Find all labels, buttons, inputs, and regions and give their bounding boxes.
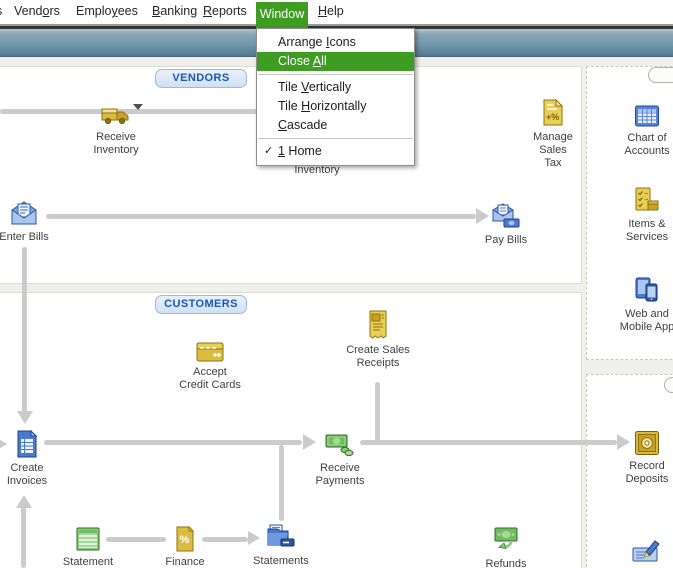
- record-deposits-button[interactable]: Record Deposits: [602, 430, 673, 486]
- web-and-mobile-apps-button[interactable]: Web and Mobile App: [602, 276, 673, 334]
- svg-text:+%: +%: [546, 112, 559, 122]
- create-invoices-button[interactable]: Create Invoices: [0, 430, 72, 488]
- banking-section-pill-clipped: [664, 377, 673, 393]
- statements-button[interactable]: Statements: [236, 523, 326, 568]
- menu-item-employees[interactable]: Employees: [76, 4, 138, 18]
- menu-item-fragment[interactable]: s: [0, 4, 2, 18]
- quickbooks-home-window: s Vendors Employees Banking Reports Help…: [0, 0, 673, 568]
- company-section-pill-clipped: [648, 67, 673, 83]
- menu-option-cascade[interactable]: Cascade: [257, 116, 414, 135]
- menu-item-reports[interactable]: Reports: [203, 4, 247, 18]
- write-checks-button[interactable]: [602, 536, 673, 564]
- receive-inventory-button[interactable]: Receive Inventory: [71, 101, 161, 157]
- receive-inventory-dropdown-caret[interactable]: [133, 104, 143, 110]
- write-checks-icon: [632, 540, 660, 562]
- vendors-section-pill: VENDORS: [155, 69, 247, 88]
- create-invoices-icon: [17, 430, 38, 458]
- connector-enterbills-down: [22, 247, 27, 412]
- menu-item-window-active[interactable]: Window: [256, 2, 308, 29]
- menu-option-close-all[interactable]: Close All: [257, 52, 414, 71]
- finance-charges-icon: %: [176, 526, 195, 552]
- manage-sales-tax-button[interactable]: +% Manage Sales Tax: [508, 99, 598, 170]
- create-sales-receipts-button[interactable]: Create Sales Receipts: [333, 310, 423, 370]
- window-dropdown-menu: Arrange Icons Close All Tile Vertically …: [256, 28, 415, 166]
- record-deposits-icon: [635, 431, 659, 455]
- web-and-mobile-apps-icon: [635, 277, 658, 302]
- manage-sales-tax-icon: +%: [543, 99, 564, 126]
- chart-of-accounts-icon: [635, 105, 659, 127]
- checkmark-icon: ✓: [264, 145, 274, 157]
- menu-option-arrange-icons[interactable]: Arrange Icons: [257, 33, 414, 52]
- statements-icon: [267, 524, 295, 547]
- enter-bills-icon: [11, 201, 37, 225]
- menu-option-1-home[interactable]: ✓ 1 Home: [257, 142, 414, 161]
- menu-option-tile-vertically[interactable]: Tile Vertically: [257, 78, 414, 97]
- create-sales-receipts-icon: [369, 310, 387, 339]
- connector-enterbills-paybills: [46, 214, 476, 219]
- statement-charges-button[interactable]: Statement: [43, 526, 133, 568]
- menu-separator: [258, 74, 413, 75]
- connector-bottom-up: [21, 506, 26, 568]
- statement-charges-icon: [76, 527, 100, 551]
- items-and-services-button[interactable]: Items & Services: [602, 186, 673, 244]
- menu-option-tile-horizontally[interactable]: Tile Horizontally: [257, 97, 414, 116]
- menu-item-vendors[interactable]: Vendors: [14, 4, 60, 18]
- pay-bills-icon: [492, 203, 520, 228]
- items-and-services-icon: [635, 187, 659, 211]
- accept-credit-cards-icon: [196, 342, 224, 362]
- finance-charges-button[interactable]: % Finance: [140, 526, 230, 568]
- receive-payments-icon: [325, 434, 354, 457]
- enter-bills-button[interactable]: Enter Bills: [0, 199, 69, 244]
- chart-of-accounts-button[interactable]: Chart of Accounts: [602, 104, 673, 158]
- receive-inventory-icon: [101, 108, 129, 125]
- svg-text:%: %: [180, 534, 190, 546]
- refunds-button[interactable]: Refunds: [461, 526, 551, 568]
- accept-credit-cards-button[interactable]: Accept Credit Cards: [165, 342, 255, 392]
- arrowhead-to-create-invoices: [17, 411, 33, 424]
- receive-payments-button[interactable]: Receive Payments: [295, 432, 385, 488]
- menu-separator: [258, 138, 413, 139]
- menu-bar: s Vendors Employees Banking Reports Help: [0, 0, 673, 24]
- connector-invoices-payments: [44, 440, 302, 445]
- pay-bills-button[interactable]: Pay Bills: [461, 202, 551, 247]
- refunds-icon: [494, 527, 518, 549]
- customers-section-pill: CUSTOMERS: [155, 295, 247, 314]
- connector-payments-deposits: [360, 440, 617, 445]
- menu-item-help[interactable]: Help: [318, 4, 344, 18]
- menu-item-banking[interactable]: Banking: [152, 4, 197, 18]
- connector-branch-statements: [279, 445, 284, 521]
